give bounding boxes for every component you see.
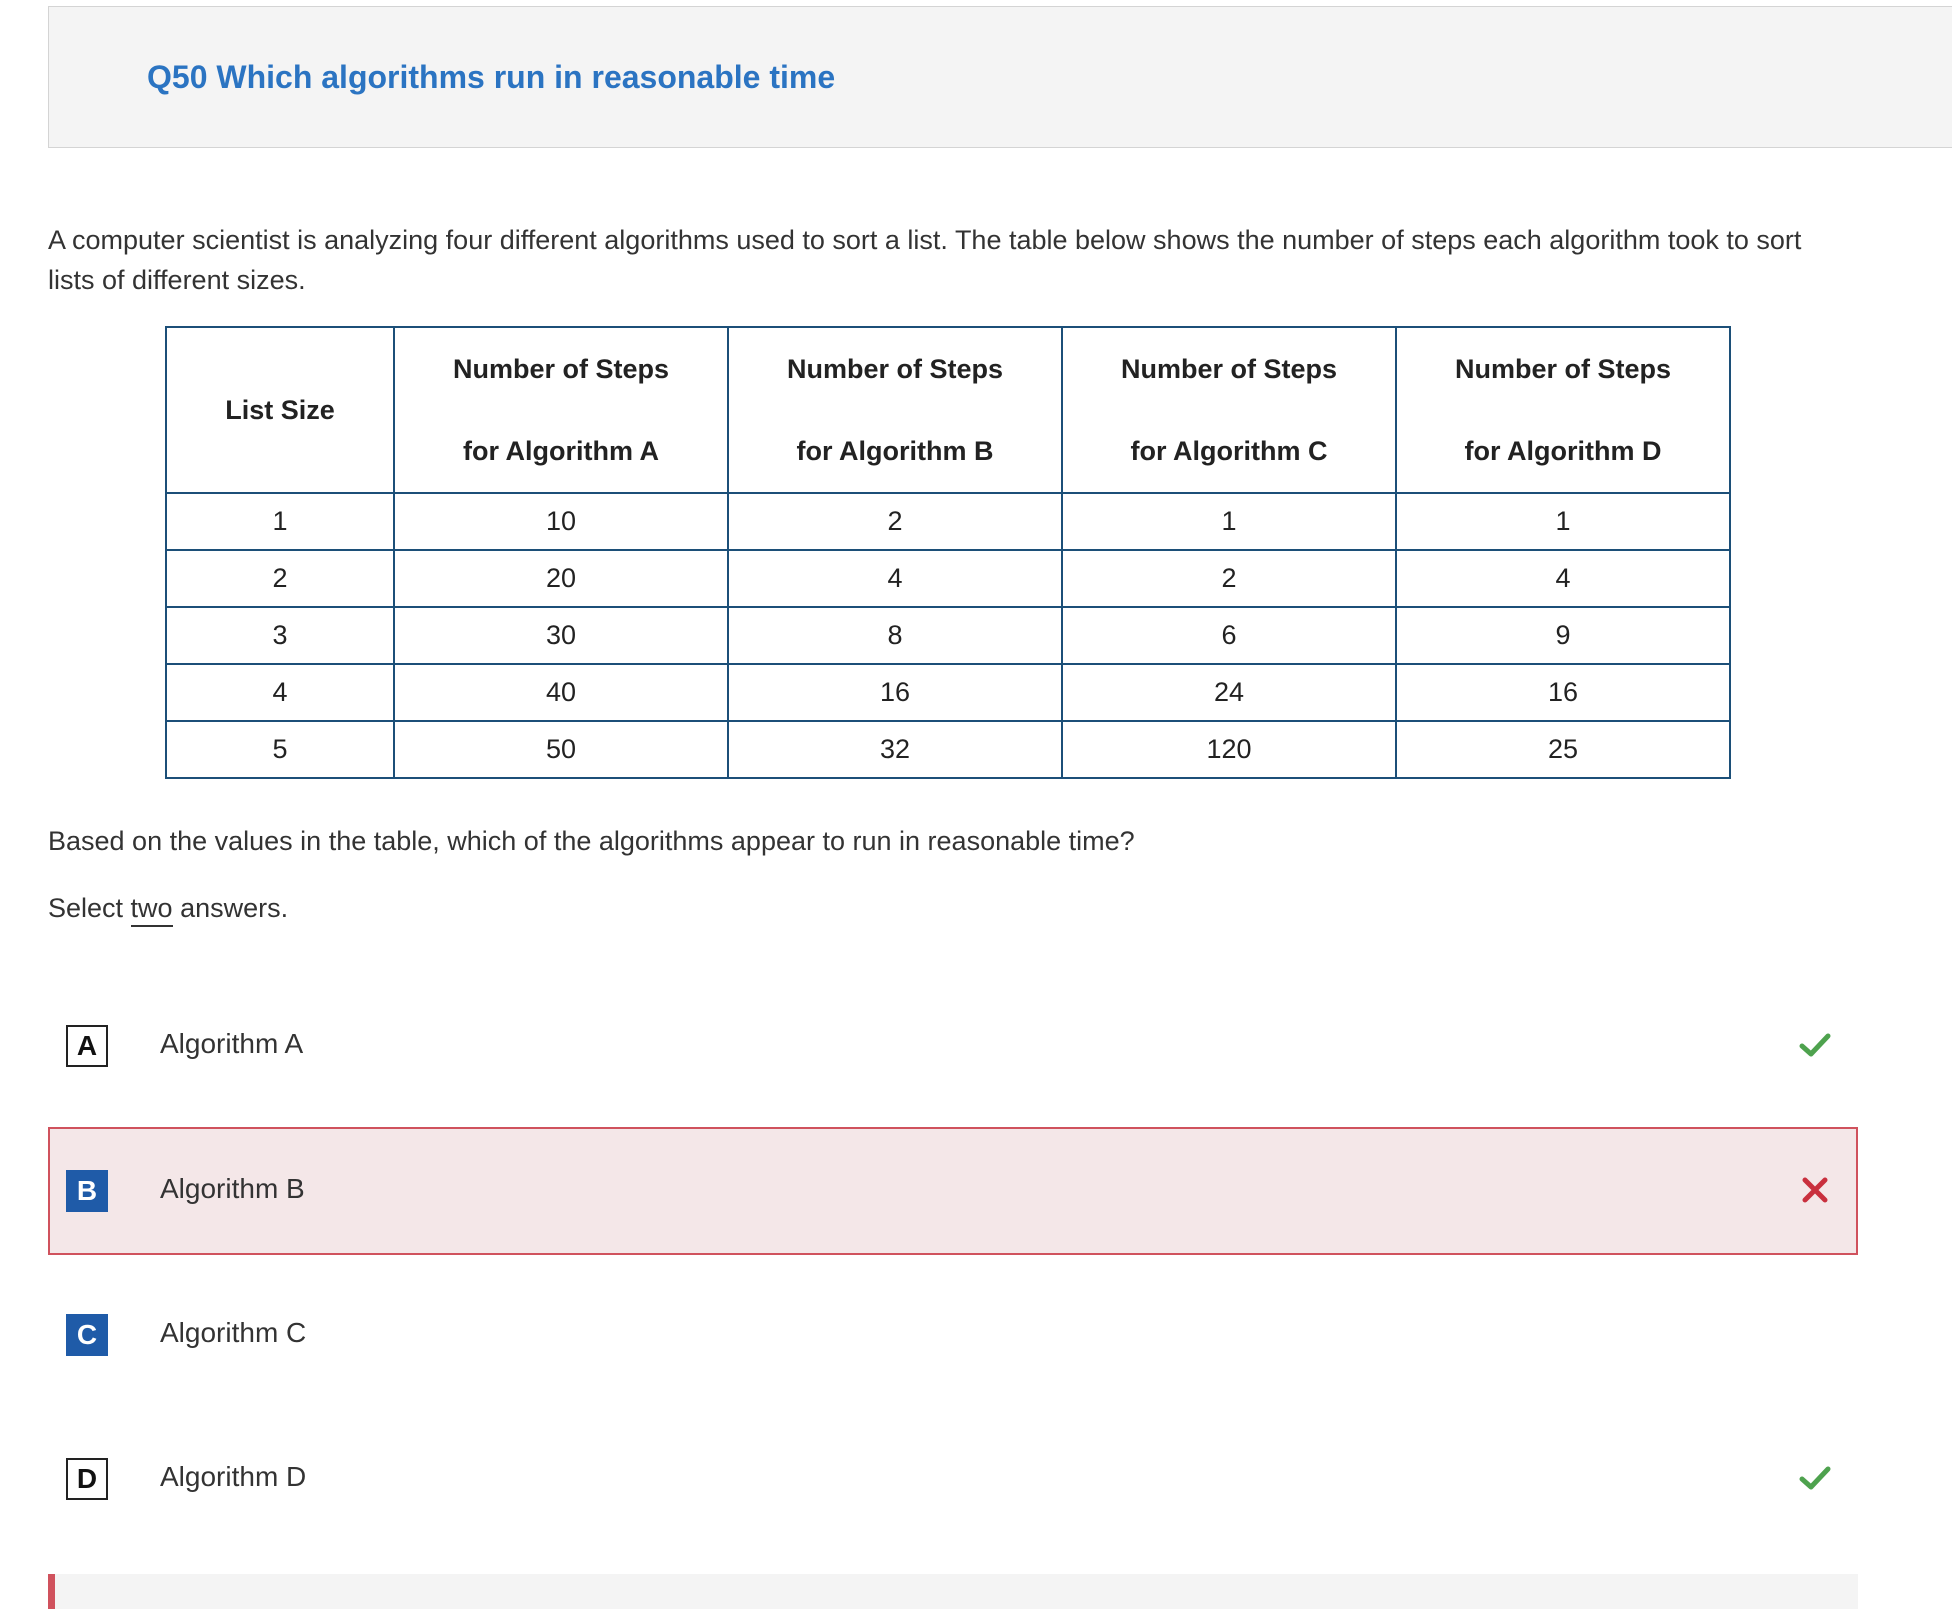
table-cell: 24 <box>1061 663 1397 722</box>
table-cell: 16 <box>727 663 1063 722</box>
table-cell: 2 <box>165 549 395 608</box>
table-row: 1 10 2 1 1 <box>165 492 1731 551</box>
option-label: Algorithm B <box>160 1173 305 1204</box>
option-letter[interactable]: A <box>66 1025 108 1067</box>
header-line: for Algorithm C <box>1130 436 1328 466</box>
table-cell: 4 <box>727 549 1063 608</box>
table-cell: 1 <box>165 492 395 551</box>
table-cell: 32 <box>727 720 1063 779</box>
header-line: Number of Steps <box>452 354 670 384</box>
table-cell: 30 <box>393 606 729 665</box>
table-row: 3 30 8 6 9 <box>165 606 1731 665</box>
header-line: Number of Steps <box>786 354 1004 384</box>
table-cell: 4 <box>1395 549 1731 608</box>
x-icon <box>1802 1177 1828 1203</box>
table-cell: 1 <box>1395 492 1731 551</box>
table-header-row: List Size Number of Steps for Algorithm … <box>165 326 1731 494</box>
question-header: Q50 Which algorithms run in reasonable t… <box>48 6 1952 148</box>
table-cell: 6 <box>1061 606 1397 665</box>
answer-instruction: Select two answers. <box>48 893 289 927</box>
table-header-cell: Number of Steps for Algorithm D <box>1395 326 1731 494</box>
option-letter[interactable]: D <box>66 1458 108 1500</box>
table-header-cell: List Size <box>165 326 395 494</box>
feedback-accent-bar <box>48 1574 55 1609</box>
table-cell: 9 <box>1395 606 1731 665</box>
table-cell: 40 <box>393 663 729 722</box>
instruction-prefix: Select <box>48 893 131 923</box>
header-line: for Algorithm B <box>796 436 994 466</box>
table-cell: 20 <box>393 549 729 608</box>
table-cell: 120 <box>1061 720 1397 779</box>
header-line: for Algorithm D <box>1464 436 1662 466</box>
question-prompt: Based on the values in the table, which … <box>48 826 1135 856</box>
table-cell: 16 <box>1395 663 1731 722</box>
option-label: Algorithm A <box>160 1028 304 1059</box>
steps-table: List Size Number of Steps for Algorithm … <box>165 326 1731 779</box>
table-cell: 4 <box>165 663 395 722</box>
option-letter[interactable]: C <box>66 1314 108 1356</box>
table-cell: 25 <box>1395 720 1731 779</box>
table-cell: 1 <box>1061 492 1397 551</box>
instruction-emphasis: two <box>130 893 173 927</box>
table-row: 4 40 16 24 16 <box>165 663 1731 722</box>
table-cell: 5 <box>165 720 395 779</box>
header-line: Number of Steps <box>1120 354 1338 384</box>
answer-option-d[interactable]: D Algorithm D <box>48 1415 1858 1543</box>
table-header-cell: Number of Steps for Algorithm A <box>393 326 729 494</box>
option-letter[interactable]: B <box>66 1170 108 1212</box>
table-row: 5 50 32 120 25 <box>165 720 1731 779</box>
table-cell: 8 <box>727 606 1063 665</box>
table-cell: 3 <box>165 606 395 665</box>
option-label: Algorithm D <box>160 1461 307 1492</box>
question-intro: A computer scientist is analyzing four d… <box>48 225 1802 295</box>
answer-option-b[interactable]: B Algorithm B <box>48 1127 1858 1255</box>
header-line: List Size <box>225 394 335 425</box>
header-line: for Algorithm A <box>463 436 659 466</box>
table-header-cell: Number of Steps for Algorithm B <box>727 326 1063 494</box>
table-cell: 2 <box>1061 549 1397 608</box>
question-title: Q50 Which algorithms run in reasonable t… <box>147 59 836 95</box>
table-cell: 10 <box>393 492 729 551</box>
table-cell: 2 <box>727 492 1063 551</box>
instruction-suffix: answers. <box>172 893 289 923</box>
answer-option-c[interactable]: C Algorithm C <box>48 1271 1858 1399</box>
check-icon <box>1799 1466 1831 1490</box>
answer-option-a[interactable]: A Algorithm A <box>48 982 1858 1110</box>
header-line: Number of Steps <box>1454 354 1672 384</box>
table-cell: 50 <box>393 720 729 779</box>
check-icon <box>1799 1033 1831 1057</box>
option-label: Algorithm C <box>160 1317 307 1348</box>
feedback-panel <box>48 1574 1858 1609</box>
table-header-cell: Number of Steps for Algorithm C <box>1061 326 1397 494</box>
table-row: 2 20 4 2 4 <box>165 549 1731 608</box>
